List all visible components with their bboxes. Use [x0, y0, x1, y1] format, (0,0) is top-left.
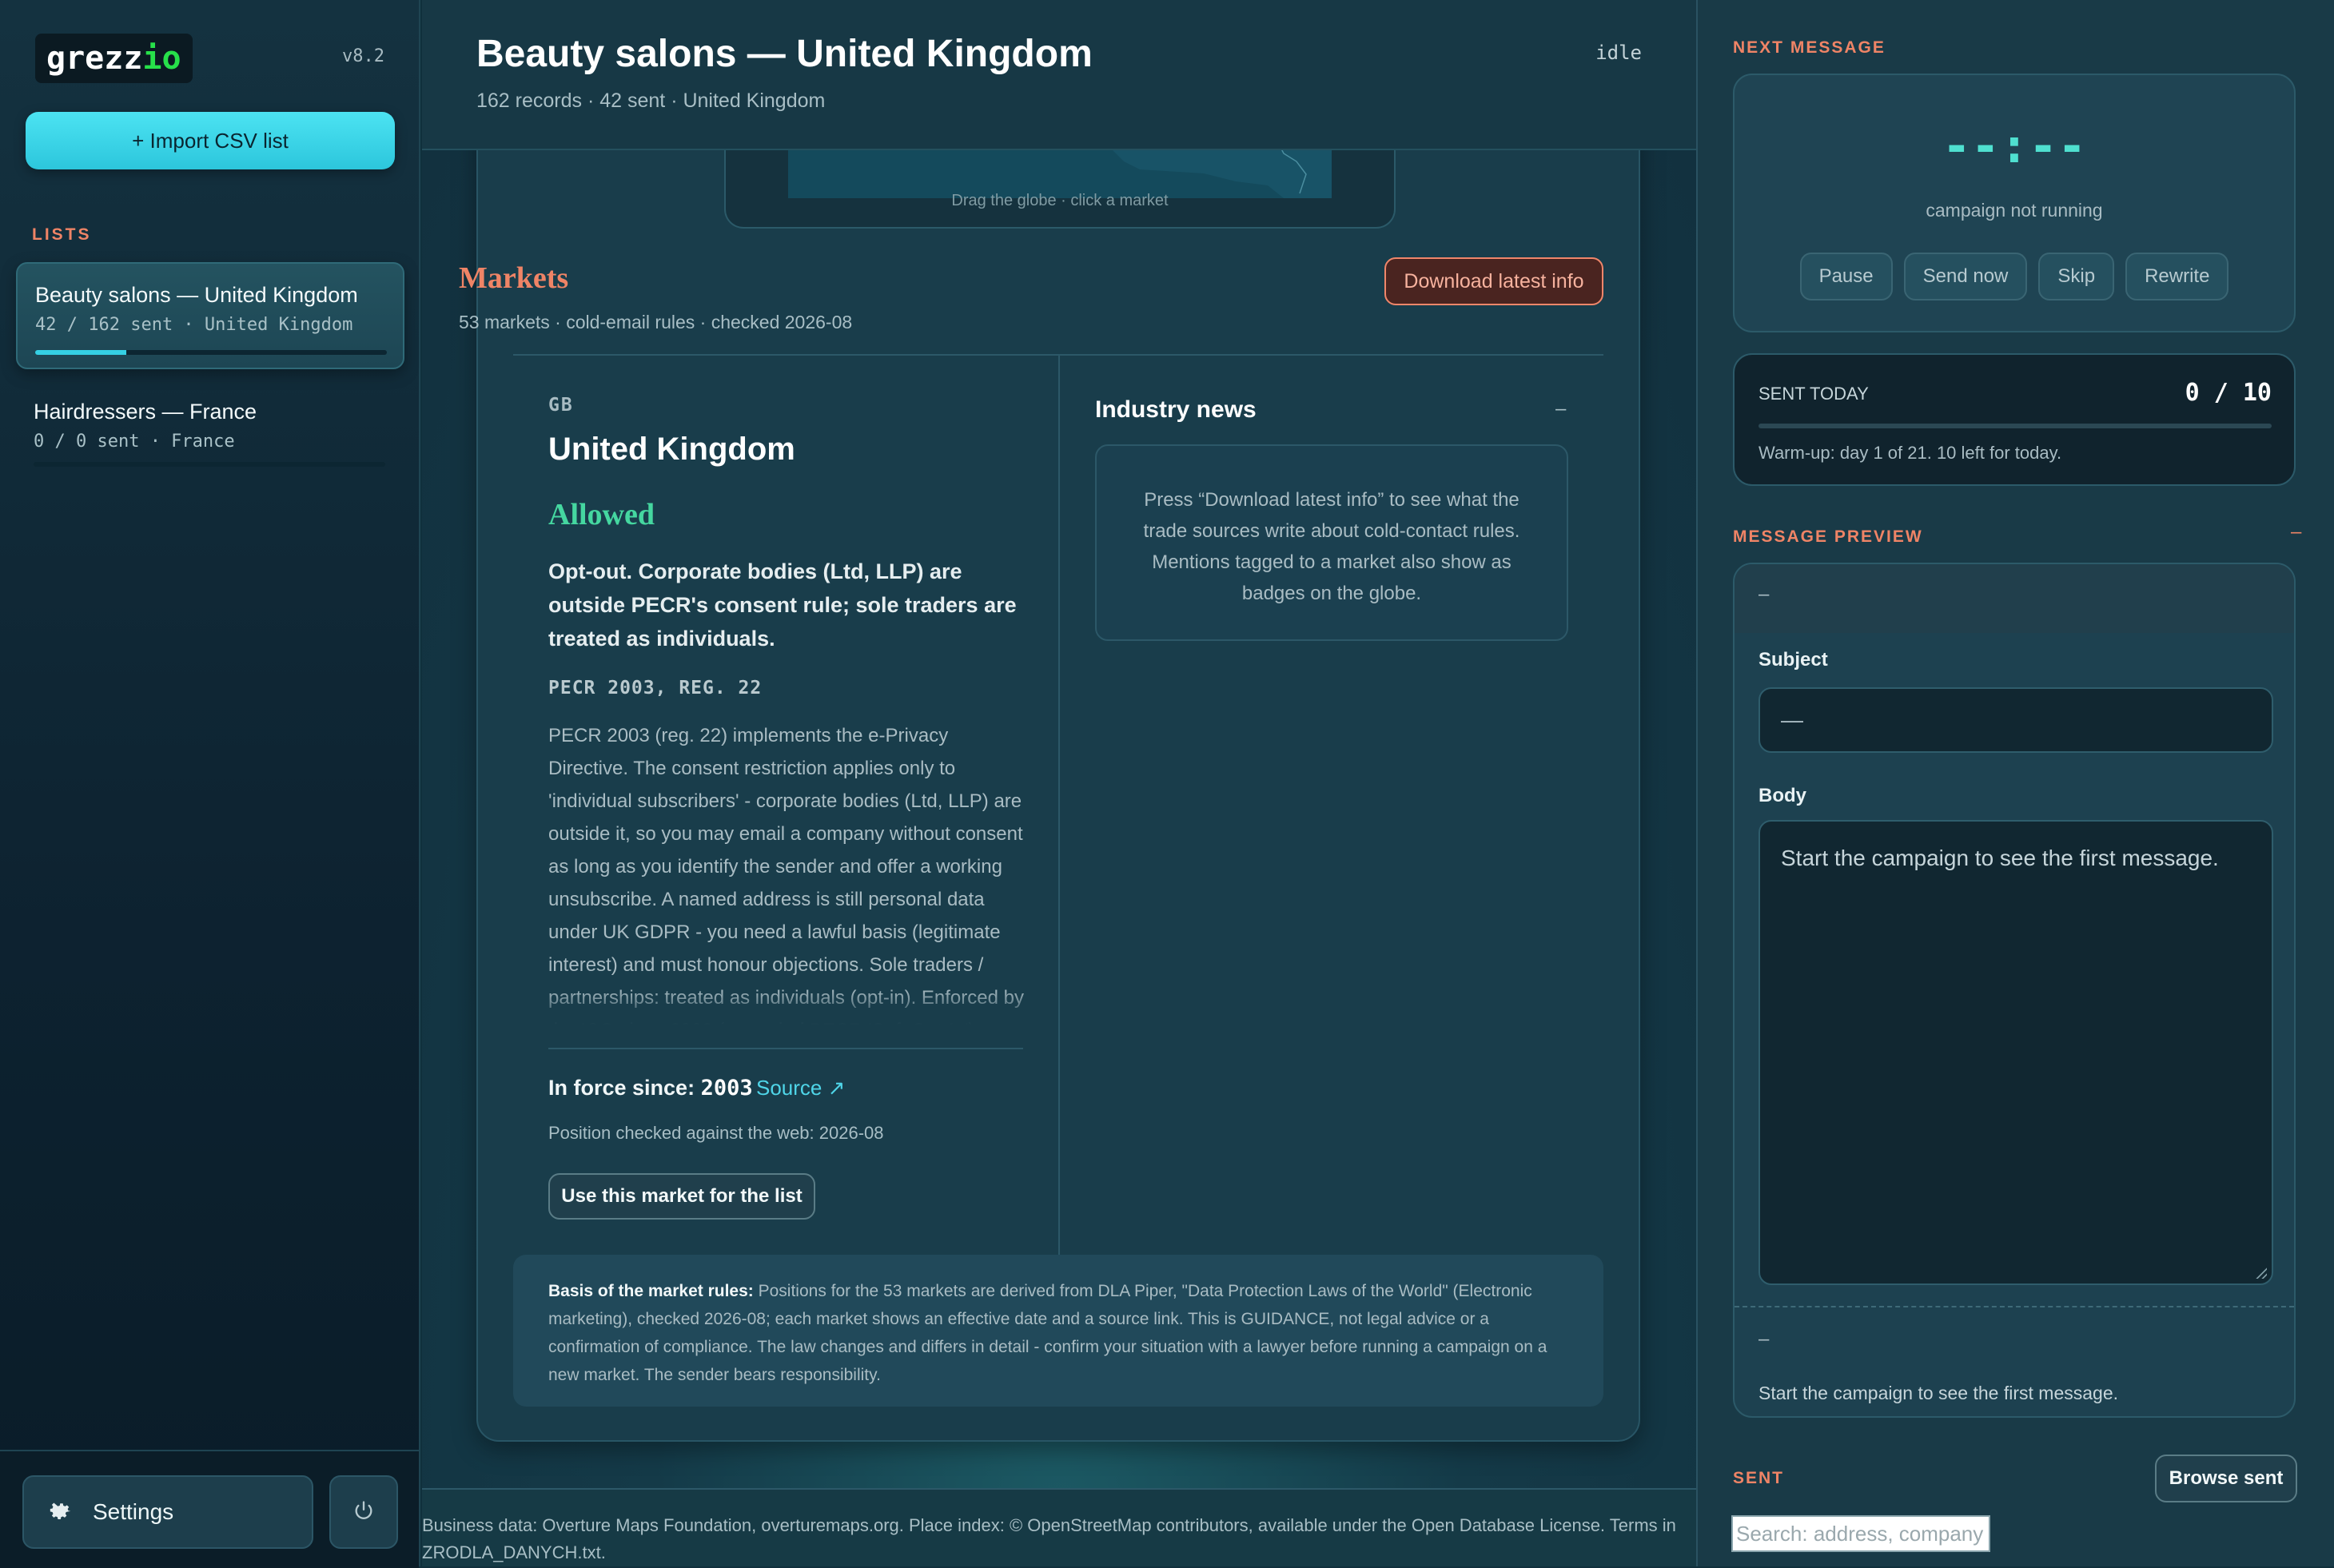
- campaign-state: idle: [1595, 42, 1642, 64]
- skip-button[interactable]: Skip: [2038, 253, 2115, 300]
- list-item-title: Hairdressers — France: [34, 400, 257, 424]
- page-title: Beauty salons — United Kingdom: [476, 33, 1093, 75]
- use-market-button[interactable]: Use this market for the list: [548, 1173, 815, 1220]
- resize-handle[interactable]: [2256, 1268, 2267, 1279]
- send-now-button[interactable]: Send now: [1903, 253, 2028, 300]
- globe-caption: Drag the globe · click a market: [951, 192, 1169, 209]
- sidebar: grezz io v8.2 + Import CSV list LISTS Bea…: [0, 0, 420, 1568]
- next-message-heading: NEXT MESSAGE: [1733, 38, 1886, 57]
- list-progress-bar: [34, 462, 385, 467]
- pause-button[interactable]: Pause: [1799, 253, 1893, 300]
- markets-subtitle: 53 markets · cold-email rules · checked …: [459, 312, 853, 332]
- preview-header: –: [1735, 564, 2294, 633]
- sent-heading: SENT: [1733, 1469, 1785, 1487]
- app-logo: grezz io: [35, 34, 193, 83]
- sent-today-value: 0 / 10: [2185, 379, 2272, 407]
- basis-note: Basis of the market rules: Positions for…: [513, 1255, 1603, 1407]
- power-button[interactable]: [329, 1475, 398, 1549]
- campaign-status-text: campaign not running: [1926, 200, 2103, 221]
- browse-sent-button[interactable]: Browse sent: [2155, 1455, 2297, 1502]
- app-version: v8.2: [342, 46, 384, 66]
- list-item-beauty-salons[interactable]: Beauty salons — United Kingdom 42 / 162 …: [16, 262, 404, 369]
- preview-footer-text: Start the campaign to see the first mess…: [1758, 1383, 2119, 1403]
- gear-icon: [46, 1496, 74, 1529]
- in-force-label: In force since:: [548, 1076, 695, 1100]
- main-header: Beauty salons — United Kingdom 162 recor…: [422, 0, 1696, 150]
- list-item-sub: 42 / 162 sent · United Kingdom: [35, 315, 353, 335]
- logo-accent: io: [142, 40, 181, 77]
- news-collapse-toggle[interactable]: –: [1555, 398, 1566, 420]
- power-icon: [352, 1499, 375, 1526]
- detail-divider: [548, 1048, 1023, 1049]
- basis-label: Basis of the market rules:: [548, 1282, 754, 1300]
- source-link[interactable]: Source ↗: [756, 1076, 845, 1100]
- page-subtitle: 162 records · 42 sent · United Kingdom: [476, 90, 826, 112]
- country-code: GB: [548, 395, 574, 416]
- industry-news-title: Industry news: [1095, 396, 1257, 423]
- data-attribution-footer: Business data: Overture Maps Foundation,…: [422, 1488, 1696, 1566]
- sent-today-label: SENT TODAY: [1758, 384, 1869, 404]
- preview-secondary-text: –: [1758, 1328, 1770, 1350]
- list-item-hairdressers[interactable]: Hairdressers — France 0 / 0 sent · Franc…: [16, 380, 404, 475]
- column-divider: [1058, 356, 1060, 1255]
- rule-detail[interactable]: PECR 2003 (reg. 22) implements the e-Pri…: [548, 719, 1025, 1025]
- preview-collapse-toggle[interactable]: –: [2291, 521, 2301, 543]
- body-textarea[interactable]: Start the campaign to see the first mess…: [1758, 820, 2273, 1285]
- download-latest-info-button[interactable]: Download latest info: [1384, 257, 1603, 305]
- checked-date: Position checked against the web: 2026-0…: [548, 1123, 884, 1143]
- regulation-ref: PECR 2003, REG. 22: [548, 678, 763, 698]
- in-force-year: 2003: [700, 1076, 753, 1100]
- sent-search-input[interactable]: [1731, 1515, 1990, 1552]
- right-panel: NEXT MESSAGE --:-- campaign not running …: [1696, 0, 2334, 1566]
- message-preview-heading: MESSAGE PREVIEW: [1733, 527, 1923, 546]
- warmup-note: Warm-up: day 1 of 21. 10 left for today.: [1758, 443, 2062, 463]
- settings-button[interactable]: Settings: [22, 1475, 313, 1549]
- preview-header-text: –: [1758, 583, 1770, 605]
- rule-summary: Opt-out. Corporate bodies (Ltd, LLP) are…: [548, 559, 1017, 651]
- sidebar-footer: Settings: [0, 1450, 419, 1568]
- subject-label: Subject: [1758, 649, 1828, 671]
- next-message-card: --:-- campaign not running Pause Send no…: [1733, 74, 2296, 332]
- list-item-title: Beauty salons — United Kingdom: [35, 283, 358, 307]
- markets-title: Markets: [459, 261, 569, 295]
- country-name: United Kingdom: [548, 432, 795, 467]
- lists-heading: LISTS: [32, 225, 92, 244]
- list-item-sub: 0 / 0 sent · France: [34, 432, 235, 452]
- industry-news-box: Press “Download latest info” to see what…: [1095, 444, 1568, 641]
- body-text: Start the campaign to see the first mess…: [1781, 846, 2219, 870]
- market-status: Allowed: [548, 498, 655, 531]
- countdown-timer: --:--: [1942, 118, 2087, 174]
- list-progress-bar: [35, 350, 387, 355]
- subject-field[interactable]: —: [1758, 687, 2273, 753]
- campaign-controls: Pause Send now Skip Rewrite: [1735, 253, 2294, 300]
- rewrite-button[interactable]: Rewrite: [2125, 253, 2229, 300]
- settings-label: Settings: [93, 1499, 174, 1524]
- import-csv-button[interactable]: + Import CSV list: [26, 112, 395, 169]
- preview-dashed-divider: [1735, 1306, 2294, 1307]
- message-preview-card: – Subject — Body Start the campaign to s…: [1733, 563, 2296, 1418]
- list-progress-fill: [35, 350, 127, 355]
- logo-main: grezz: [46, 40, 143, 77]
- in-force-since: In force since: 2003: [548, 1076, 753, 1100]
- body-label: Body: [1758, 785, 1806, 806]
- sent-today-card: SENT TODAY 0 / 10 Warm-up: day 1 of 21. …: [1733, 353, 2296, 486]
- sent-today-progress: [1758, 424, 2272, 428]
